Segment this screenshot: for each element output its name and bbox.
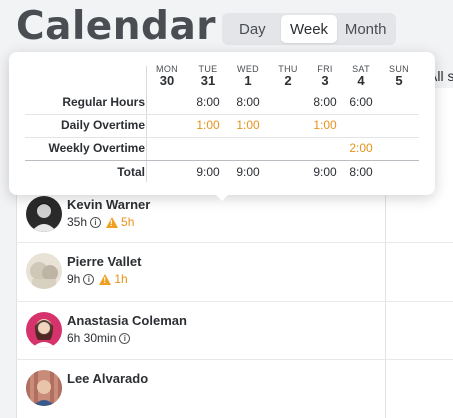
row-separator: [25, 137, 419, 138]
hours-breakdown-tooltip: MON 30 TUE 31 WED 1 THU 2 FRI 3 SAT 4 SU…: [9, 52, 435, 195]
daily-overtime-fri: 1:00: [313, 118, 337, 132]
info-icon[interactable]: i: [90, 216, 102, 228]
day-header-sat: SAT 4: [352, 64, 370, 88]
employee-name: Pierre Vallet: [67, 254, 142, 269]
avatar: [26, 196, 62, 232]
avatar: [26, 370, 62, 406]
day-header-wed: WED 1: [237, 64, 259, 88]
row-separator: [16, 242, 453, 243]
employee-hours: 6h 30min: [67, 331, 117, 345]
avatar: [26, 253, 62, 289]
row-label-daily-overtime: Daily Overtime: [60, 118, 145, 132]
employee-hours: 35h: [67, 215, 88, 229]
total-fri: 9:00: [313, 165, 337, 179]
employee-name: Kevin Warner: [67, 197, 151, 212]
employee-name: Anastasia Coleman: [67, 313, 187, 328]
info-icon[interactable]: i: [119, 332, 131, 344]
total-sat: 8:00: [349, 165, 373, 179]
employee-row[interactable]: Lee Alvarado: [26, 370, 148, 410]
avatar: [26, 312, 62, 348]
overtime-warning: 5h: [121, 215, 135, 229]
employee-name: Lee Alvarado: [67, 371, 149, 386]
total-tue: 9:00: [196, 165, 220, 179]
day-header-thu: THU 2: [278, 64, 298, 88]
employee-row[interactable]: Anastasia Coleman 6h 30min i: [26, 312, 187, 352]
day-header-fri: FRI 3: [317, 64, 333, 88]
employee-hours: 9h: [67, 272, 81, 286]
regular-hours-fri: 8:00: [313, 95, 337, 109]
total-separator: [25, 160, 419, 161]
row-separator: [25, 114, 419, 115]
warning-icon: [99, 273, 112, 285]
regular-hours-sat: 6:00: [349, 95, 373, 109]
view-month-button[interactable]: Month: [337, 15, 394, 43]
row-separator: [16, 301, 453, 302]
employee-row[interactable]: Kevin Warner 35h i 5h: [26, 196, 150, 236]
warning-icon: [106, 216, 119, 228]
daily-overtime-tue: 1:00: [196, 118, 220, 132]
page-title: Calendar: [16, 4, 216, 49]
view-day-button[interactable]: Day: [224, 15, 281, 43]
overtime-warning: 1h: [114, 272, 128, 286]
day-header-sun: SUN 5: [389, 64, 409, 88]
row-label-regular-hours: Regular Hours: [62, 95, 145, 109]
day-header-tue: TUE 31: [198, 64, 218, 88]
view-toggle: Day Week Month: [222, 13, 396, 45]
employee-row[interactable]: Pierre Vallet 9h i 1h: [26, 253, 141, 293]
day-header-mon: MON 30: [156, 64, 178, 88]
regular-hours-wed: 8:00: [236, 95, 260, 109]
info-icon[interactable]: i: [83, 273, 95, 285]
row-separator: [16, 359, 453, 360]
row-label-weekly-overtime: Weekly Overtime: [48, 141, 146, 155]
weekly-overtime-sat: 2:00: [349, 141, 373, 155]
view-week-button[interactable]: Week: [280, 15, 338, 43]
daily-overtime-wed: 1:00: [236, 118, 260, 132]
row-label-total: Total: [117, 165, 145, 179]
regular-hours-tue: 8:00: [196, 95, 220, 109]
total-wed: 9:00: [236, 165, 260, 179]
tooltip-caret: [214, 193, 230, 201]
